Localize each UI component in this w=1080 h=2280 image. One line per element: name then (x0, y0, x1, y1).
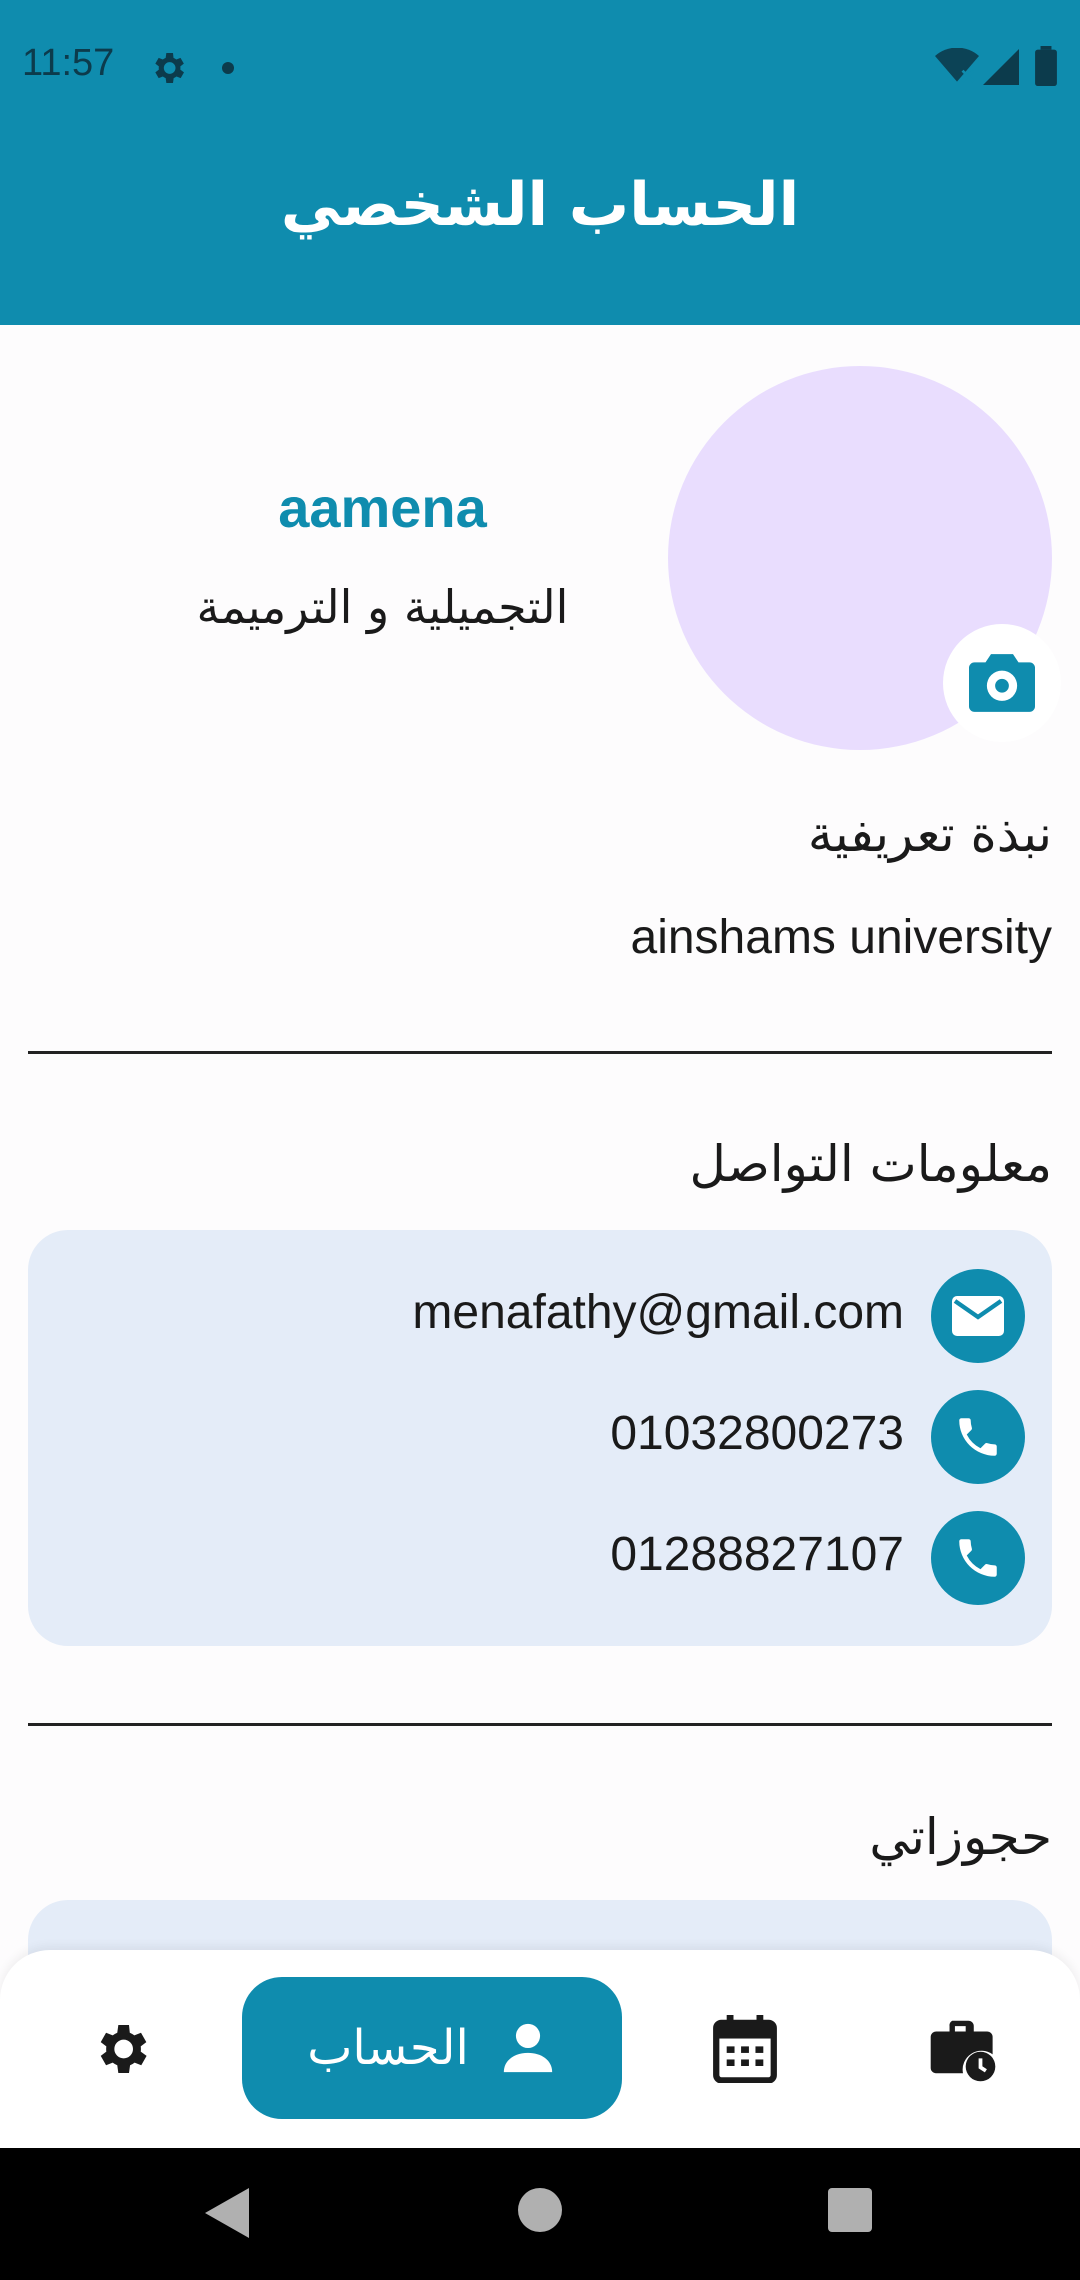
home-icon[interactable] (518, 2188, 562, 2232)
contact-title: معلومات التواصل (689, 1135, 1052, 1193)
phone-icon (959, 1539, 997, 1577)
phone-icon-badge (931, 1511, 1025, 1605)
phone-icon (959, 1418, 997, 1456)
contact-row-phone-1[interactable]: 01032800273 (28, 1390, 1052, 1486)
settings-status-icon (155, 53, 184, 83)
contact-card: menafathy@gmail.com 01032800273 01288827… (28, 1230, 1052, 1646)
wifi-off-icon (935, 48, 979, 83)
bookings-title: حجوزاتي (869, 1808, 1052, 1866)
nav-settings[interactable] (70, 1950, 172, 2148)
status-bar: 11:57 (0, 0, 1080, 135)
notification-dot-icon (222, 62, 234, 74)
camera-icon (969, 654, 1035, 712)
contact-row-phone-2[interactable]: 01288827107 (28, 1511, 1052, 1607)
divider (28, 1051, 1052, 1054)
calendar-icon (713, 2015, 777, 2083)
recents-icon[interactable] (828, 2188, 872, 2232)
page-title: الحساب الشخصي (280, 170, 800, 240)
status-time: 11:57 (22, 42, 115, 84)
divider (28, 1723, 1052, 1726)
contact-email: menafathy@gmail.com (412, 1286, 904, 1339)
profile-specialty: التجميلية و الترميمة (196, 580, 569, 634)
person-icon (503, 2023, 552, 2073)
nav-appointments[interactable] (918, 1950, 1008, 2148)
settings-icon (100, 2025, 147, 2073)
battery-icon (1035, 46, 1057, 86)
back-icon[interactable] (205, 2188, 249, 2238)
contact-phone-1: 01032800273 (610, 1407, 904, 1460)
app-bar: 11:57 الحساب الشخصي (0, 0, 1080, 325)
bio-text: ainshams university (630, 911, 1053, 964)
email-icon-badge (931, 1269, 1025, 1363)
bottom-nav: الحساب (0, 1950, 1080, 2148)
nav-account-label: الحساب (307, 2020, 469, 2076)
nav-account[interactable]: الحساب (242, 1977, 622, 2119)
email-icon (952, 1296, 1004, 1336)
contact-phone-2: 01288827107 (610, 1528, 904, 1581)
bio-title: نبذة تعريفية (807, 805, 1052, 863)
briefcase-clock-icon (930, 2020, 996, 2082)
nav-calendar[interactable] (700, 1950, 790, 2148)
contact-row-email[interactable]: menafathy@gmail.com (28, 1269, 1052, 1365)
phone-icon-badge (931, 1390, 1025, 1484)
change-photo-button[interactable] (943, 624, 1061, 742)
profile-name: aamena (278, 476, 487, 539)
cell-signal-icon (983, 49, 1019, 85)
